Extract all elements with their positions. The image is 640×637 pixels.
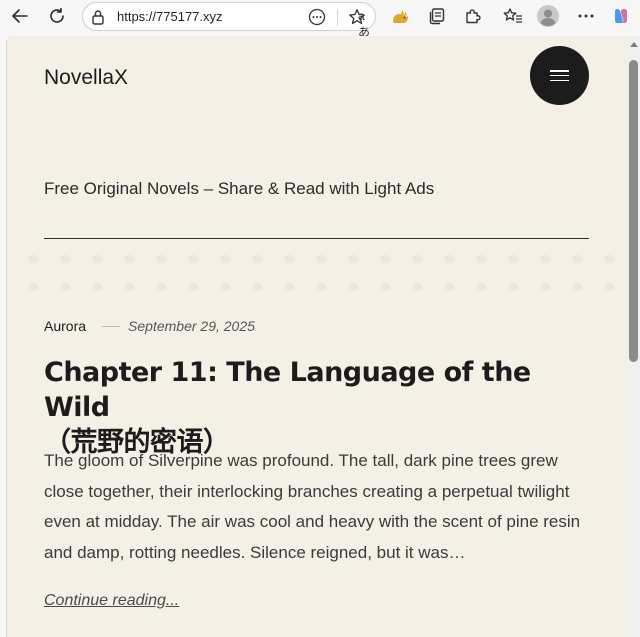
header-divider xyxy=(44,238,589,239)
profile-avatar-icon[interactable] xyxy=(535,4,561,28)
vertical-scrollbar[interactable] xyxy=(628,36,640,637)
post-meta: Aurora September 29, 2025 xyxy=(44,318,255,334)
lock-icon[interactable] xyxy=(91,9,105,29)
page-viewport: NovellaX Free Original Novels – Share & … xyxy=(6,36,628,637)
scrollbar-thumb[interactable] xyxy=(629,60,638,362)
post-excerpt: The gloom of Silverpine was profound. Th… xyxy=(44,451,581,562)
favorite-star-icon[interactable] xyxy=(348,8,366,30)
post-title-line-1[interactable]: Chapter 11: The Language of the Wild xyxy=(44,355,604,425)
menu-button[interactable] xyxy=(530,46,589,105)
browser-toolbar: https://775177.xyz aあ xyxy=(0,0,640,39)
decorative-dot-pattern xyxy=(7,241,628,311)
extensions-puzzle-icon[interactable] xyxy=(460,4,486,28)
favorites-icon[interactable] xyxy=(500,4,526,28)
address-separator xyxy=(337,9,338,26)
site-tagline: Free Original Novels – Share & Read with… xyxy=(44,179,435,198)
extension-cat-icon[interactable] xyxy=(387,4,413,28)
settings-more-icon[interactable] xyxy=(573,4,599,28)
scroll-up-arrow-icon[interactable] xyxy=(630,42,638,47)
more-options-icon[interactable] xyxy=(308,8,326,30)
continue-reading-link[interactable]: Continue reading... xyxy=(44,592,179,610)
refresh-icon[interactable] xyxy=(44,4,70,28)
site-title[interactable]: NovellaX xyxy=(44,66,128,90)
hamburger-icon xyxy=(550,70,569,81)
post-date[interactable]: September 29, 2025 xyxy=(128,318,255,334)
post-title[interactable]: Chapter 11: The Language of the Wild （荒野… xyxy=(44,355,604,460)
copilot-icon[interactable] xyxy=(608,4,634,28)
post-author[interactable]: Aurora xyxy=(44,318,86,334)
back-icon[interactable] xyxy=(7,4,33,28)
address-bar[interactable]: https://775177.xyz aあ xyxy=(82,2,376,39)
meta-dash xyxy=(102,325,121,327)
collections-icon[interactable] xyxy=(424,4,450,28)
url-text[interactable]: https://775177.xyz xyxy=(117,9,223,24)
